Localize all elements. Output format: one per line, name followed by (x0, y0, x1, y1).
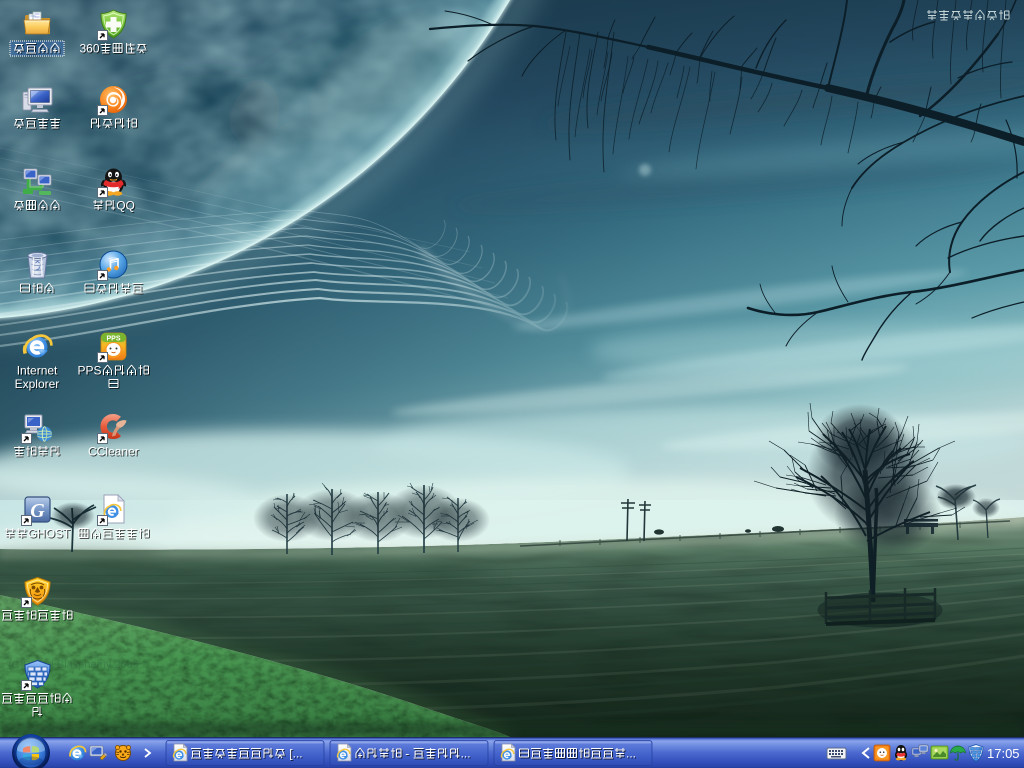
svg-text:GHOST: GHOST (28, 527, 71, 541)
svg-text:360: 360 (80, 42, 100, 56)
svg-text:...: ... (626, 747, 636, 761)
svg-text:-: - (405, 747, 409, 761)
svg-text:Internet: Internet (17, 364, 58, 378)
svg-text:QQ: QQ (116, 199, 135, 213)
svg-text:[...: [... (289, 747, 302, 761)
svg-text:Explorer: Explorer (15, 377, 60, 391)
svg-text:PPS: PPS (78, 364, 102, 378)
svg-text:17:05: 17:05 (987, 746, 1020, 761)
svg-text:CCleaner: CCleaner (88, 445, 139, 459)
svg-text:...: ... (461, 747, 471, 761)
